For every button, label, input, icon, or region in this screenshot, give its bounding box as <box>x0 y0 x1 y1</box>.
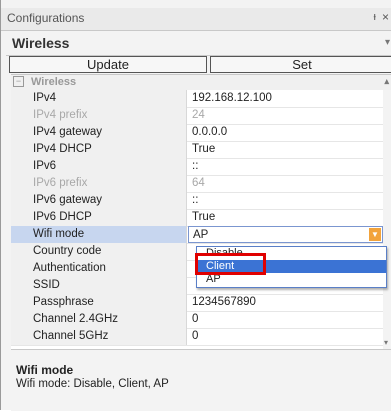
property-name: SSID <box>11 277 187 294</box>
property-name: Authentication <box>11 260 187 277</box>
property-value[interactable]: 0 <box>188 328 383 345</box>
property-name: IPv6 <box>11 158 187 175</box>
collapse-icon[interactable]: − <box>13 76 24 87</box>
property-row-ipv4-gateway[interactable]: IPv4 gateway 0.0.0.0 <box>11 124 383 142</box>
property-value-text: True <box>192 143 216 155</box>
property-value[interactable]: 0.0.0.0 <box>188 124 383 141</box>
property-value-text: AP <box>193 229 209 241</box>
property-name: Channel 2.4GHz <box>11 311 187 328</box>
property-value-text: :: <box>192 194 199 206</box>
scroll-up-icon[interactable]: ▴ <box>384 76 389 87</box>
highlight-box <box>195 253 266 275</box>
category-label: Wireless <box>31 76 77 88</box>
property-name: IPv6 DHCP <box>11 209 187 226</box>
description-pane: Wifi mode Wifi mode: Disable, Client, AP <box>11 349 391 411</box>
property-name: IPv4 <box>11 90 187 107</box>
property-row-passphrase[interactable]: Passphrase 1234567890 <box>11 294 383 312</box>
property-value[interactable]: 1234567890 <box>188 294 383 311</box>
property-row-channel-5ghz[interactable]: Channel 5GHz 0 <box>11 328 383 346</box>
panel-title: Configurations <box>7 11 85 25</box>
property-name: IPv4 prefix <box>11 107 187 124</box>
category-selector[interactable]: Wireless ▾ <box>6 33 391 56</box>
property-row-ipv4-prefix[interactable]: IPv4 prefix 24 <box>11 107 383 125</box>
property-name: Country code <box>11 243 187 260</box>
property-value-text: 64 <box>192 177 205 189</box>
property-value[interactable]: 0 <box>188 311 383 328</box>
scroll-down-icon[interactable]: ▾ <box>384 338 388 347</box>
property-value-text: 0 <box>192 330 199 342</box>
property-row-ipv6-prefix[interactable]: IPv6 prefix 64 <box>11 175 383 193</box>
update-button[interactable]: Update <box>9 56 207 73</box>
property-name: IPv4 gateway <box>11 124 187 141</box>
property-grid: − Wireless ▴ IPv4 192.168.12.100 IPv4 pref… <box>11 74 391 349</box>
description-title: Wifi mode <box>16 363 74 377</box>
property-value[interactable]: :: <box>188 192 383 209</box>
property-value[interactable]: 24 <box>188 107 383 124</box>
property-row-ipv6-dhcp[interactable]: IPv6 DHCP True <box>11 209 383 227</box>
property-row-ipv4-dhcp[interactable]: IPv4 DHCP True <box>11 141 383 159</box>
property-value[interactable]: True <box>188 209 383 226</box>
configurations-panel: Configurations ᵼ × Wireless ▾ Update Set… <box>0 0 391 411</box>
property-name: Channel 5GHz <box>11 328 187 345</box>
category-row-wireless[interactable]: − Wireless ▴ <box>11 75 391 90</box>
property-row-wifi-mode[interactable]: Wifi mode AP ▼ <box>11 226 383 244</box>
property-value[interactable]: 192.168.12.100 <box>188 90 383 107</box>
property-value[interactable]: :: <box>188 158 383 175</box>
property-value-text: 24 <box>192 109 205 121</box>
set-button[interactable]: Set <box>210 56 391 73</box>
property-name: IPv6 gateway <box>11 192 187 209</box>
property-value-text: 0.0.0.0 <box>192 126 228 138</box>
property-value-text: 192.168.12.100 <box>192 92 272 104</box>
category-selector-value: Wireless <box>12 35 70 51</box>
description-text: Wifi mode: Disable, Client, AP <box>16 378 169 390</box>
vertical-scrollbar[interactable]: ▾ <box>383 90 391 349</box>
property-value[interactable]: 64 <box>188 175 383 192</box>
pin-icon[interactable]: ᵼ <box>374 11 376 23</box>
action-buttons: Update Set <box>6 56 391 73</box>
property-row-ipv6[interactable]: IPv6:: <box>11 158 383 176</box>
property-value-text: True <box>192 211 216 223</box>
property-row-channel-2-4ghz[interactable]: Channel 2.4GHz 0 <box>11 311 383 329</box>
property-row-ipv6-gateway[interactable]: IPv6 gateway:: <box>11 192 383 210</box>
property-value-text: 0 <box>192 313 199 325</box>
close-icon[interactable]: × <box>382 10 389 24</box>
property-name: IPv4 DHCP <box>11 141 187 158</box>
property-name: Wifi mode <box>11 226 187 243</box>
property-row-ipv4[interactable]: IPv4 192.168.12.100 <box>11 90 383 108</box>
property-value-text: 1234567890 <box>192 296 256 308</box>
dropdown-arrow-icon[interactable]: ▼ <box>369 228 381 241</box>
property-value-text: :: <box>192 160 199 172</box>
property-name: Passphrase <box>11 294 187 311</box>
property-value[interactable]: AP ▼ <box>188 226 383 243</box>
panel-titlebar: Configurations ᵼ × <box>1 8 391 31</box>
chevron-down-icon[interactable]: ▾ <box>385 37 390 48</box>
property-name: IPv6 prefix <box>11 175 187 192</box>
property-value[interactable]: True <box>188 141 383 158</box>
